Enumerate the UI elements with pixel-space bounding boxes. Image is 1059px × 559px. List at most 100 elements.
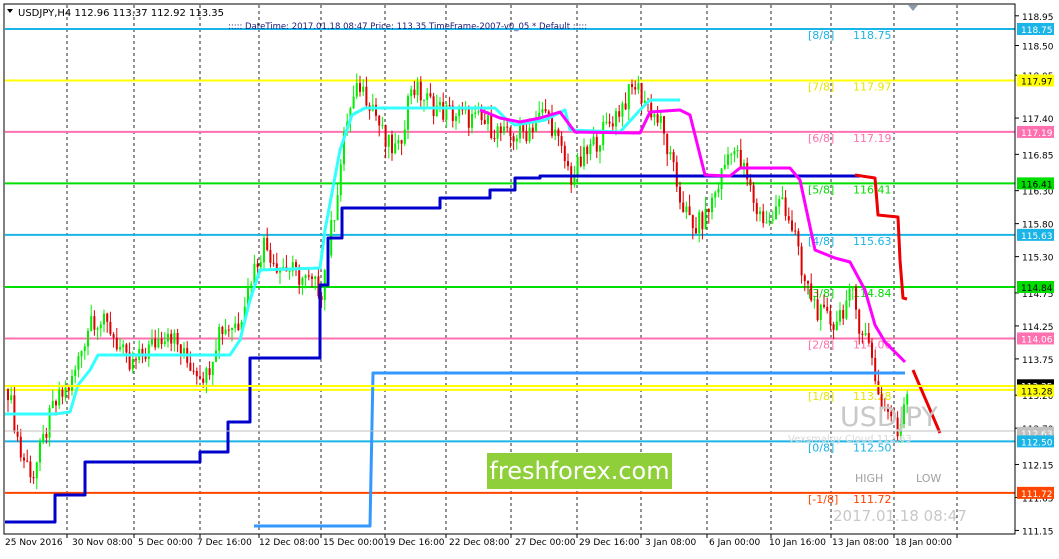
chart-window[interactable]: [8/8] 118.75 [7/8] 117.97 [6/8] 117.19 [5/8] 11… (0, 0, 1059, 555)
candle-body (506, 126, 509, 128)
candle-body (771, 219, 774, 221)
candle-body (67, 387, 70, 391)
candle-body (535, 122, 537, 133)
candle-body (272, 262, 275, 264)
candle-body (525, 131, 528, 142)
candle-body (631, 84, 633, 88)
candle-body (403, 129, 406, 144)
candle-body (634, 87, 637, 90)
candle-body (131, 359, 134, 370)
high-label: HIGH (855, 472, 883, 485)
candle-body (413, 89, 416, 96)
candle-body (618, 111, 621, 117)
candle-body (682, 202, 685, 213)
murrey-value: 117.97 (853, 80, 892, 93)
candle-body (16, 431, 19, 437)
murrey-value: 111.72 (853, 493, 892, 506)
candle-body (397, 140, 400, 144)
candle-body (845, 300, 848, 319)
candle-body (650, 102, 653, 118)
candle-body (730, 154, 733, 156)
candle-body (122, 344, 125, 348)
price-marker-label: 115.63 (1021, 232, 1053, 242)
candle-body (519, 124, 521, 139)
candle-body (707, 208, 710, 212)
candle-body (727, 154, 729, 165)
candle-body (39, 441, 41, 463)
candle-body (567, 161, 569, 167)
candle-body (477, 111, 480, 113)
candle-body (640, 83, 643, 103)
candle-body (605, 121, 608, 123)
low-label: LOW (916, 472, 941, 485)
candle-body (637, 83, 640, 90)
murrey-label: [-1/8] (808, 493, 838, 506)
candle-body (544, 109, 547, 112)
candle-body (467, 108, 470, 128)
candle-body (115, 337, 118, 350)
candle-body (173, 333, 176, 344)
price-marker-label: 112.50 (1021, 438, 1053, 448)
candle-body (576, 156, 579, 176)
candle-body (7, 388, 9, 401)
time-tick-label: 12 Dec 08:00 (259, 538, 320, 548)
price-marker-label: 114.06 (1021, 335, 1053, 345)
candle-body (314, 276, 317, 279)
candle-body (163, 341, 166, 345)
candle-body (858, 309, 861, 334)
candle-body (355, 83, 358, 97)
datetime-overlay: 2017.01.18 08:47 (833, 507, 967, 525)
candle-body (304, 275, 307, 278)
candle-body (592, 136, 595, 145)
candle-body (432, 96, 435, 116)
candle-body (717, 188, 720, 193)
candle-body (208, 368, 211, 376)
brand-watermark: freshforex.com (487, 453, 672, 489)
candle-body (528, 127, 531, 142)
candle-body (627, 84, 630, 110)
price-tick-label: 113.75 (1022, 356, 1054, 366)
candle-body (10, 395, 13, 401)
candle-body (307, 275, 310, 277)
murrey-label: [2/8] (808, 338, 834, 351)
time-tick-label: 25 Nov 2016 (5, 538, 63, 548)
price-marker-label: 111.72 (1021, 490, 1053, 500)
price-marker-label: 114.84 (1021, 284, 1053, 294)
candle-body (835, 321, 838, 330)
candle-body (720, 168, 723, 189)
candle-body (45, 433, 48, 438)
candle-body (333, 220, 336, 222)
candle-body (499, 126, 502, 133)
candle-body (659, 116, 662, 123)
candle-body (816, 299, 819, 320)
murrey-value: 114.84 (853, 287, 892, 300)
candle-body (560, 136, 563, 146)
time-tick-label: 19 Dec 16:00 (384, 538, 445, 548)
candle-body (151, 338, 153, 345)
candle-body (832, 324, 835, 330)
candle-body (394, 143, 397, 154)
candle-body (752, 185, 755, 203)
price-marker-label: 117.19 (1021, 129, 1053, 139)
candle-body (743, 162, 745, 167)
candle-body (621, 103, 624, 117)
candle-body (563, 145, 566, 162)
candle-body (867, 333, 870, 343)
candle-body (237, 323, 240, 331)
candle-body (829, 310, 832, 325)
candle-body (864, 333, 867, 335)
candle-body (429, 93, 432, 97)
time-tick-label: 5 Dec 00:00 (138, 538, 193, 548)
candle-body (96, 328, 99, 330)
candle-body (698, 212, 701, 234)
candle-body (301, 277, 304, 285)
candle-body (624, 103, 627, 110)
candle-body (554, 129, 557, 136)
candle-body (685, 206, 688, 213)
candle-body (103, 313, 105, 325)
candle-body (711, 197, 713, 212)
candle-body (448, 105, 451, 107)
murrey-value: 117.19 (853, 132, 892, 145)
murrey-label: [6/8] (808, 132, 834, 145)
candle-body (410, 89, 413, 97)
